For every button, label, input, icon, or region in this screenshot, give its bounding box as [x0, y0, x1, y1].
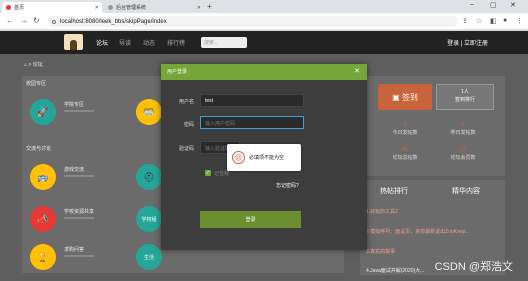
site-logo[interactable] [64, 34, 83, 50]
address-bar: ← → ↻ localhost:8080/leek_bbs/skipPage/i… [0, 13, 528, 30]
stat-yesterday: 1 昨日发帖数 [450, 122, 476, 136]
password-label: 密码 [183, 122, 194, 128]
board-name[interactable]: 学校资源共享 [64, 208, 94, 215]
validation-tooltip: ☹ 必填项不能为空 [227, 144, 301, 171]
hot-item[interactable]: 2.模拟序列：面试页，来你最新说出ZooKeep... [366, 228, 470, 235]
forgot-password-link[interactable]: 忘记密码? [276, 182, 299, 189]
board-meta [64, 110, 94, 112]
board-name[interactable]: 学院专区 [64, 101, 84, 108]
sign-in-button[interactable]: ▣ 签到 [378, 84, 432, 110]
login-register-link[interactable]: 登录 | 立即注册 [447, 38, 488, 47]
site-info-icon[interactable] [52, 19, 56, 24]
new-tab-icon[interactable]: + [207, 2, 212, 11]
tab-hot-posts[interactable]: 热帖排行 [380, 186, 408, 196]
board-name[interactable]: 求购问答 [64, 246, 84, 253]
back-icon[interactable]: ← [6, 16, 14, 25]
bookmark-icon[interactable]: ☆ [476, 17, 482, 25]
close-icon[interactable]: ✕ [354, 67, 360, 75]
username-label: 用户名 [178, 99, 194, 105]
board-icon[interactable]: 🥽 [136, 99, 162, 125]
close-window-icon[interactable]: ✕ [510, 1, 516, 9]
tooltip-text: 必填项不能为空 [249, 155, 285, 161]
password-input[interactable]: 输入用户密码 [200, 116, 304, 129]
url-field[interactable]: localhost:8080/leek_bbs/skipPage/index [48, 16, 458, 27]
nav-guide[interactable]: 导读 [119, 38, 131, 47]
sidebar-icon[interactable]: ◧ [490, 17, 497, 25]
username-input[interactable]: test [200, 94, 304, 107]
board-icon[interactable]: 🚀 [30, 99, 56, 125]
board-icon[interactable]: 🚌 [30, 164, 56, 190]
close-tab-icon[interactable]: ✕ [95, 5, 99, 11]
nav-forum[interactable]: 论坛 [96, 38, 108, 47]
login-button[interactable]: 登录 [200, 211, 301, 228]
remember-label: 记住我 [214, 171, 230, 177]
stat-members: 23 论坛会员数 [450, 147, 476, 161]
sign-ranking[interactable]: 1人 签到排行 [436, 84, 494, 110]
board-icon[interactable]: 🏆 [30, 244, 56, 270]
nav-ranking[interactable]: 排行榜 [167, 38, 185, 47]
hot-item[interactable]: 4.Java面试并解(2020)大... [366, 267, 424, 274]
site-navbar: 论坛 导读 动态 排行榜 搜索... 登录 | 立即注册 [0, 31, 528, 54]
board-meta [64, 255, 94, 257]
modal-title: 用户登录 [161, 64, 367, 80]
tab-home[interactable]: 首页 ✕ [2, 2, 102, 13]
nav-search-input[interactable]: 搜索... [201, 37, 247, 48]
stat-total-posts: 41 论坛总帖数 [392, 147, 418, 161]
forward-icon[interactable]: → [20, 16, 28, 25]
stat-today: 0 今日发帖数 [392, 122, 418, 136]
profile-icon[interactable]: ● [503, 17, 507, 24]
board-icon[interactable]: 📣 [30, 206, 56, 232]
browser-tab-bar: 首页 ✕ 后台管理系统 ✕ + – ▢ ✕ [0, 0, 528, 13]
tab-featured[interactable]: 精华内容 [452, 186, 480, 196]
hot-item[interactable]: 3.真实的故事 [366, 248, 395, 255]
board-meta [64, 217, 94, 219]
board-meta [64, 175, 94, 177]
board-icon[interactable]: 学校组 [136, 206, 162, 232]
board-icon[interactable]: 生活 [136, 244, 162, 270]
sad-face-icon: ☹ [232, 151, 245, 164]
section-header: 校园专区 [26, 81, 47, 87]
minimize-icon[interactable]: – [470, 1, 474, 8]
remember-checkbox[interactable]: ✓ [205, 170, 211, 176]
reload-icon[interactable]: ↻ [33, 16, 40, 25]
board-name[interactable]: 游戏交流 [64, 166, 84, 173]
board-icon[interactable]: ⛑ [136, 164, 162, 190]
close-tab-icon[interactable]: ✕ [197, 5, 201, 11]
watermark: CSDN @郑浩文 [434, 261, 513, 273]
section-header: 交流与讨论 [26, 146, 52, 152]
nav-dynamic[interactable]: 动态 [143, 38, 155, 47]
tab-admin[interactable]: 后台管理系统 ✕ [104, 2, 204, 13]
share-icon[interactable]: ⇪ [462, 17, 468, 25]
menu-icon[interactable]: ⋮ [516, 17, 523, 25]
favicon-icon [108, 5, 113, 10]
maximize-icon[interactable]: ▢ [490, 1, 497, 9]
breadcrumb[interactable]: ⌂ > 论坛 [24, 61, 43, 68]
captcha-label: 验证码 [178, 146, 194, 152]
favicon-icon [6, 5, 11, 10]
hot-item[interactable]: 1.好玩的工具2 [366, 208, 398, 215]
